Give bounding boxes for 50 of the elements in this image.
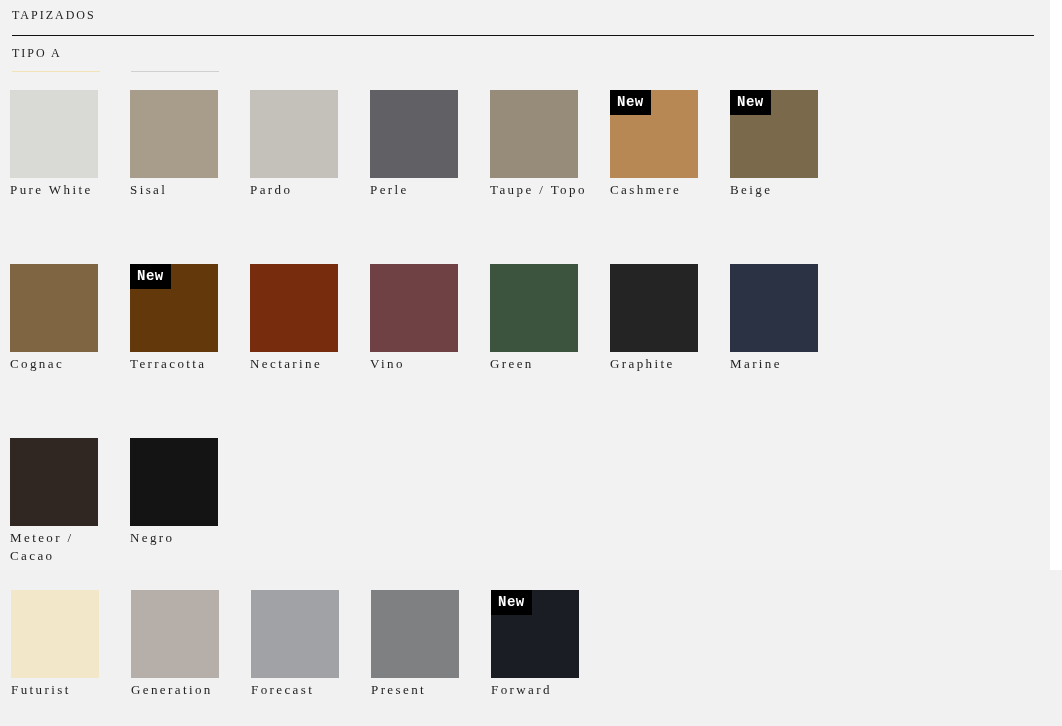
fabric-swatch[interactable]: [251, 590, 339, 678]
fabric-swatch[interactable]: [370, 264, 458, 352]
fabric-swatch[interactable]: [490, 90, 578, 178]
fabric-swatch[interactable]: [130, 90, 218, 178]
fabric-swatch[interactable]: [10, 90, 98, 178]
subsection-title: TIPO A: [12, 46, 63, 61]
fabric-swatch[interactable]: [370, 90, 458, 178]
fabric-swatch[interactable]: New: [491, 590, 579, 678]
swatch-name: Green: [490, 355, 535, 373]
fabric-swatch[interactable]: [10, 264, 98, 352]
fabric-swatch[interactable]: [730, 264, 818, 352]
swatch-name: Vino: [370, 355, 406, 373]
swatch-name: Negro: [130, 529, 176, 547]
new-badge: New: [491, 590, 532, 615]
new-badge: New: [730, 90, 771, 115]
fabric-swatch[interactable]: [10, 438, 98, 526]
fabric-swatch[interactable]: [130, 438, 218, 526]
swatch-name: Pardo: [250, 181, 294, 199]
new-badge: New: [130, 264, 171, 289]
swatch-name: Perle: [370, 181, 410, 199]
fabric-swatch[interactable]: [131, 590, 219, 678]
swatch-name: Cashmere: [610, 181, 683, 199]
fabric-swatch[interactable]: [250, 90, 338, 178]
new-badge: New: [610, 90, 651, 115]
fabric-swatch[interactable]: New: [610, 90, 698, 178]
swatch-name: Nectarine: [250, 355, 324, 373]
fabric-swatch[interactable]: [490, 264, 578, 352]
swatch-name: Forward: [491, 681, 553, 699]
fabric-swatch[interactable]: [250, 264, 338, 352]
tab-indicator[interactable]: [131, 71, 219, 72]
fabric-swatch[interactable]: [610, 264, 698, 352]
swatch-name: Pure White: [10, 181, 94, 199]
swatch-name: Beige: [730, 181, 774, 199]
swatch-name: Graphite: [610, 355, 676, 373]
swatch-name: Taupe / Topo: [490, 181, 588, 199]
swatch-name: Forecast: [251, 681, 316, 699]
swatch-name: Sisal: [130, 181, 169, 199]
section-title: TAPIZADOS: [12, 8, 97, 24]
swatch-name: Terracotta: [130, 355, 208, 373]
fabric-swatch[interactable]: New: [730, 90, 818, 178]
tab-indicator[interactable]: [12, 71, 100, 72]
swatch-name: Marine: [730, 355, 783, 373]
fabric-swatch[interactable]: [11, 590, 99, 678]
fabric-swatch[interactable]: [371, 590, 459, 678]
swatch-name: Generation: [131, 681, 214, 699]
swatch-name: Futurist: [11, 681, 72, 699]
swatch-name: Present: [371, 681, 428, 699]
fabric-swatch[interactable]: New: [130, 264, 218, 352]
swatch-name: Meteor / Cacao: [10, 529, 75, 565]
swatch-name: Cognac: [10, 355, 66, 373]
